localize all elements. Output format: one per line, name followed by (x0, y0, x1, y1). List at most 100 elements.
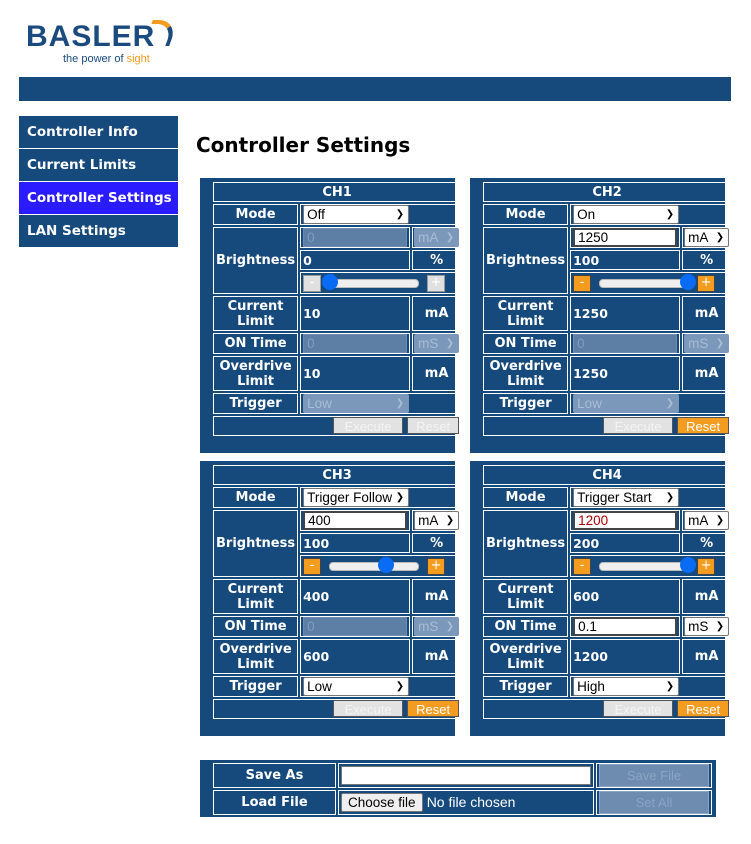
brightness-slider[interactable] (329, 556, 420, 573)
execute-button[interactable]: Execute (603, 417, 674, 434)
current-limit-label: Current Limit (483, 579, 569, 614)
overdrive-limit-label: Overdrive Limit (483, 639, 569, 674)
current-limit-value: 600 (570, 579, 681, 614)
brightness-slider[interactable] (322, 273, 420, 290)
reset-button[interactable]: Reset (407, 417, 460, 434)
channel-title: CH2 (483, 182, 732, 202)
execute-button[interactable]: Execute (333, 417, 404, 434)
decrease-button[interactable]: - (573, 557, 592, 575)
on-time-unit-select[interactable]: mS ❯ (684, 617, 730, 636)
percent-unit: % (682, 250, 732, 270)
chevron-down-icon: ❯ (715, 621, 725, 632)
mode-select[interactable]: Trigger Follow ❯ (303, 488, 410, 507)
brightness-unit-select[interactable]: mA ❯ (684, 511, 730, 530)
on-time-unit-value: mS (688, 619, 709, 634)
chevron-down-icon: ❯ (395, 492, 405, 503)
trigger-label: Trigger (213, 393, 299, 414)
brightness-input[interactable]: 1200 (573, 511, 678, 530)
reset-button[interactable]: Reset (677, 417, 730, 434)
overdrive-limit-value: 600 (300, 639, 411, 674)
chevron-down-icon: ❯ (715, 232, 725, 243)
sidebar-item-lan-settings[interactable]: LAN Settings (19, 215, 178, 247)
on-time-input[interactable]: 0 (303, 617, 408, 636)
brightness-unit-value: mA (418, 230, 439, 245)
save-as-input[interactable] (341, 766, 591, 785)
page-title: Controller Settings (196, 133, 411, 157)
choose-file-button[interactable]: Choose file (341, 793, 423, 812)
brightness-percent-value: 200 (570, 533, 681, 553)
set-all-button[interactable]: Set All (599, 791, 709, 814)
on-time-unit-select[interactable]: mS ❯ (414, 334, 460, 353)
current-limit-unit: mA (682, 296, 732, 331)
trigger-select[interactable]: Low ❯ (303, 394, 410, 413)
brightness-input[interactable]: 400 (303, 511, 408, 530)
trigger-value: Low (577, 396, 602, 411)
brightness-unit-value: mA (688, 513, 709, 528)
chevron-down-icon: ❯ (445, 338, 455, 349)
brightness-unit-select[interactable]: mA ❯ (414, 511, 460, 530)
on-time-input[interactable]: 0 (303, 334, 408, 353)
mode-select[interactable]: Off ❯ (303, 205, 410, 224)
current-limit-value: 400 (300, 579, 411, 614)
overdrive-limit-unit: mA (412, 356, 462, 391)
decrease-button[interactable]: - (303, 274, 322, 292)
current-limit-unit: mA (682, 579, 732, 614)
sidebar-item-current-limits[interactable]: Current Limits (19, 149, 178, 181)
overdrive-limit-unit: mA (412, 639, 462, 674)
mode-value: Trigger Follow (307, 490, 393, 505)
reset-button[interactable]: Reset (407, 700, 460, 717)
mode-select[interactable]: On ❯ (573, 205, 680, 224)
chevron-down-icon: ❯ (665, 398, 675, 409)
increase-button[interactable]: + (427, 557, 446, 575)
on-time-input[interactable]: 0.1 (573, 617, 678, 636)
chevron-down-icon: ❯ (445, 621, 455, 632)
brightness-unit-value: mA (688, 230, 709, 245)
execute-button[interactable]: Execute (333, 700, 404, 717)
slider-thumb[interactable] (680, 556, 697, 573)
chevron-down-icon: ❯ (715, 515, 725, 526)
brightness-slider[interactable] (599, 556, 697, 573)
slider-thumb[interactable] (680, 273, 697, 290)
trigger-select[interactable]: High ❯ (573, 677, 680, 696)
brightness-input[interactable]: 0 (303, 228, 408, 247)
save-file-button[interactable]: Save File (599, 764, 709, 787)
increase-button[interactable]: + (697, 557, 716, 575)
on-time-unit-value: mS (418, 336, 439, 351)
increase-button[interactable]: + (697, 274, 716, 292)
chevron-down-icon: ❯ (395, 398, 405, 409)
slider-thumb[interactable] (322, 273, 339, 290)
logo-tagline: the power of sight (63, 53, 155, 65)
slider-thumb[interactable] (377, 556, 394, 573)
on-time-unit-select[interactable]: mS ❯ (414, 617, 460, 636)
trigger-value: High (577, 679, 605, 694)
chevron-down-icon: ❯ (715, 338, 725, 349)
increase-button[interactable]: + (427, 274, 446, 292)
mode-value: Trigger Start (577, 490, 652, 505)
decrease-button[interactable]: - (303, 557, 322, 575)
brightness-slider[interactable] (599, 273, 697, 290)
chevron-down-icon: ❯ (395, 209, 405, 220)
execute-button[interactable]: Execute (603, 700, 674, 717)
overdrive-limit-label: Overdrive Limit (213, 639, 299, 674)
overdrive-limit-value: 10 (300, 356, 411, 391)
trigger-select[interactable]: Low ❯ (303, 677, 410, 696)
percent-unit: % (412, 533, 462, 553)
on-time-label: ON Time (483, 333, 569, 354)
brightness-unit-select[interactable]: mA ❯ (414, 228, 460, 247)
decrease-button[interactable]: - (573, 274, 592, 292)
trigger-select[interactable]: Low ❯ (573, 394, 680, 413)
mode-select[interactable]: Trigger Start ❯ (573, 488, 680, 507)
reset-button[interactable]: Reset (677, 700, 730, 717)
chevron-down-icon: ❯ (395, 681, 405, 692)
mode-value: Off (307, 207, 325, 222)
sidebar-item-controller-settings[interactable]: Controller Settings (19, 182, 178, 214)
brightness-input[interactable]: 1250 (573, 228, 678, 247)
basler-logo: BASLER the power of sight (26, 20, 179, 65)
sidebar-item-controller-info[interactable]: Controller Info (19, 116, 178, 148)
brightness-unit-select[interactable]: mA ❯ (684, 228, 730, 247)
save-as-label: Save As (213, 763, 336, 788)
brightness-percent-value: 0 (300, 250, 411, 270)
on-time-unit-select[interactable]: mS ❯ (684, 334, 730, 353)
brightness-label: Brightness (213, 510, 299, 577)
on-time-input[interactable]: 0 (573, 334, 678, 353)
